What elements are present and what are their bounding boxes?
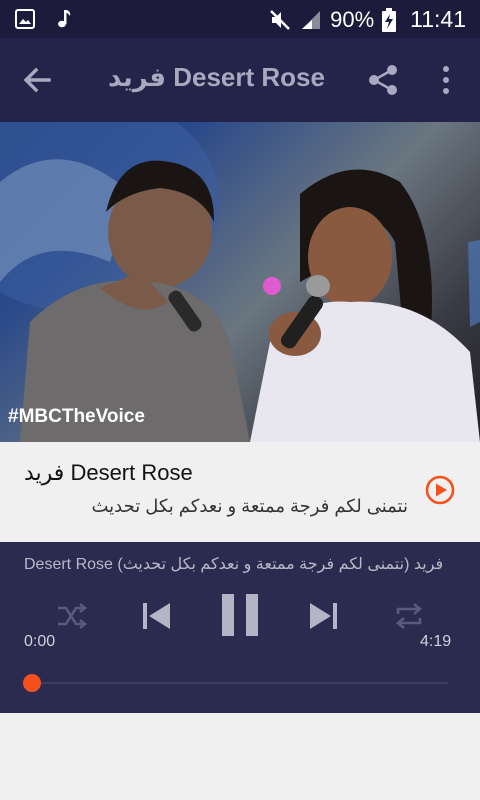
next-track-icon[interactable] [306, 600, 340, 632]
song-title: فريد Desert Rose [24, 460, 193, 485]
gallery-notification-icon [15, 9, 35, 29]
seek-bar-track[interactable] [32, 682, 448, 684]
now-playing-text: فريد (نتمنى لكم فرجة ممتعة و نعدكم بكل ت… [24, 556, 444, 573]
video-hashtag: #MBCTheVoice [8, 406, 145, 427]
status-bar: 90% 11:41 [0, 0, 480, 38]
battery-percent: 90% [330, 6, 375, 32]
page-title: فريد Desert Rose [108, 62, 325, 92]
shuffle-icon[interactable] [54, 600, 88, 632]
more-options-icon[interactable] [434, 64, 458, 96]
empty-content-area [0, 713, 480, 800]
repeat-icon[interactable] [392, 600, 426, 632]
signal-icon [302, 10, 321, 29]
total-time: 4:19 [420, 633, 452, 650]
mute-icon [270, 9, 290, 30]
status-left-icons [14, 8, 72, 30]
app-bar: فريد Desert Rose [0, 38, 480, 122]
song-list-item[interactable]: فريد Desert Rose نتمنى لكم فرجة ممتعة و … [0, 442, 480, 542]
battery-charging-icon [382, 7, 397, 32]
pause-icon[interactable] [220, 592, 260, 638]
video-scene-illustration [0, 122, 480, 442]
video-thumbnail[interactable]: #MBCTheVoice [0, 122, 480, 442]
previous-track-icon[interactable] [140, 600, 174, 632]
song-subtitle: نتمنى لكم فرجة ممتعة و نعدكم بكل تحديث [91, 496, 408, 516]
share-icon[interactable] [366, 62, 402, 98]
play-circle-icon[interactable] [424, 474, 456, 506]
status-time: 11:41 [410, 6, 466, 32]
seek-bar-thumb[interactable] [23, 674, 41, 692]
status-right-icons: 90% 11:41 [268, 6, 466, 33]
back-arrow-icon[interactable] [22, 62, 52, 98]
music-notification-icon [58, 10, 71, 28]
music-player: فريد (نتمنى لكم فرجة ممتعة و نعدكم بكل ت… [0, 542, 480, 713]
current-time: 0:00 [24, 633, 56, 650]
